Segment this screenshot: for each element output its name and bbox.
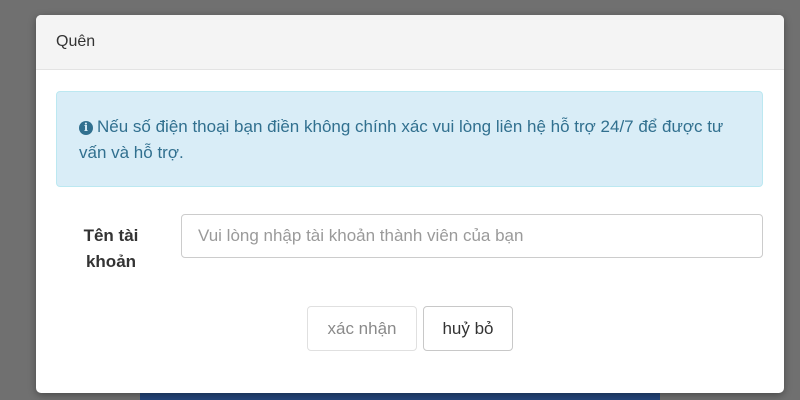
info-alert-text: Nếu số điện thoại bạn điền không chính x… (79, 117, 724, 162)
background-page-strip (140, 393, 660, 400)
cancel-button[interactable]: huỷ bỏ (423, 306, 513, 351)
forgot-modal: Quên i Nếu số điện thoại bạn điền không c… (36, 15, 784, 393)
info-circle-icon: i (79, 121, 93, 135)
confirm-button[interactable]: xác nhận (307, 306, 417, 351)
info-alert: i Nếu số điện thoại bạn điền không chính … (56, 91, 763, 187)
modal-title: Quên (56, 33, 96, 50)
modal-header: Quên (36, 15, 784, 70)
username-input[interactable] (181, 214, 763, 258)
username-label: Tên tài khoản (83, 226, 139, 271)
